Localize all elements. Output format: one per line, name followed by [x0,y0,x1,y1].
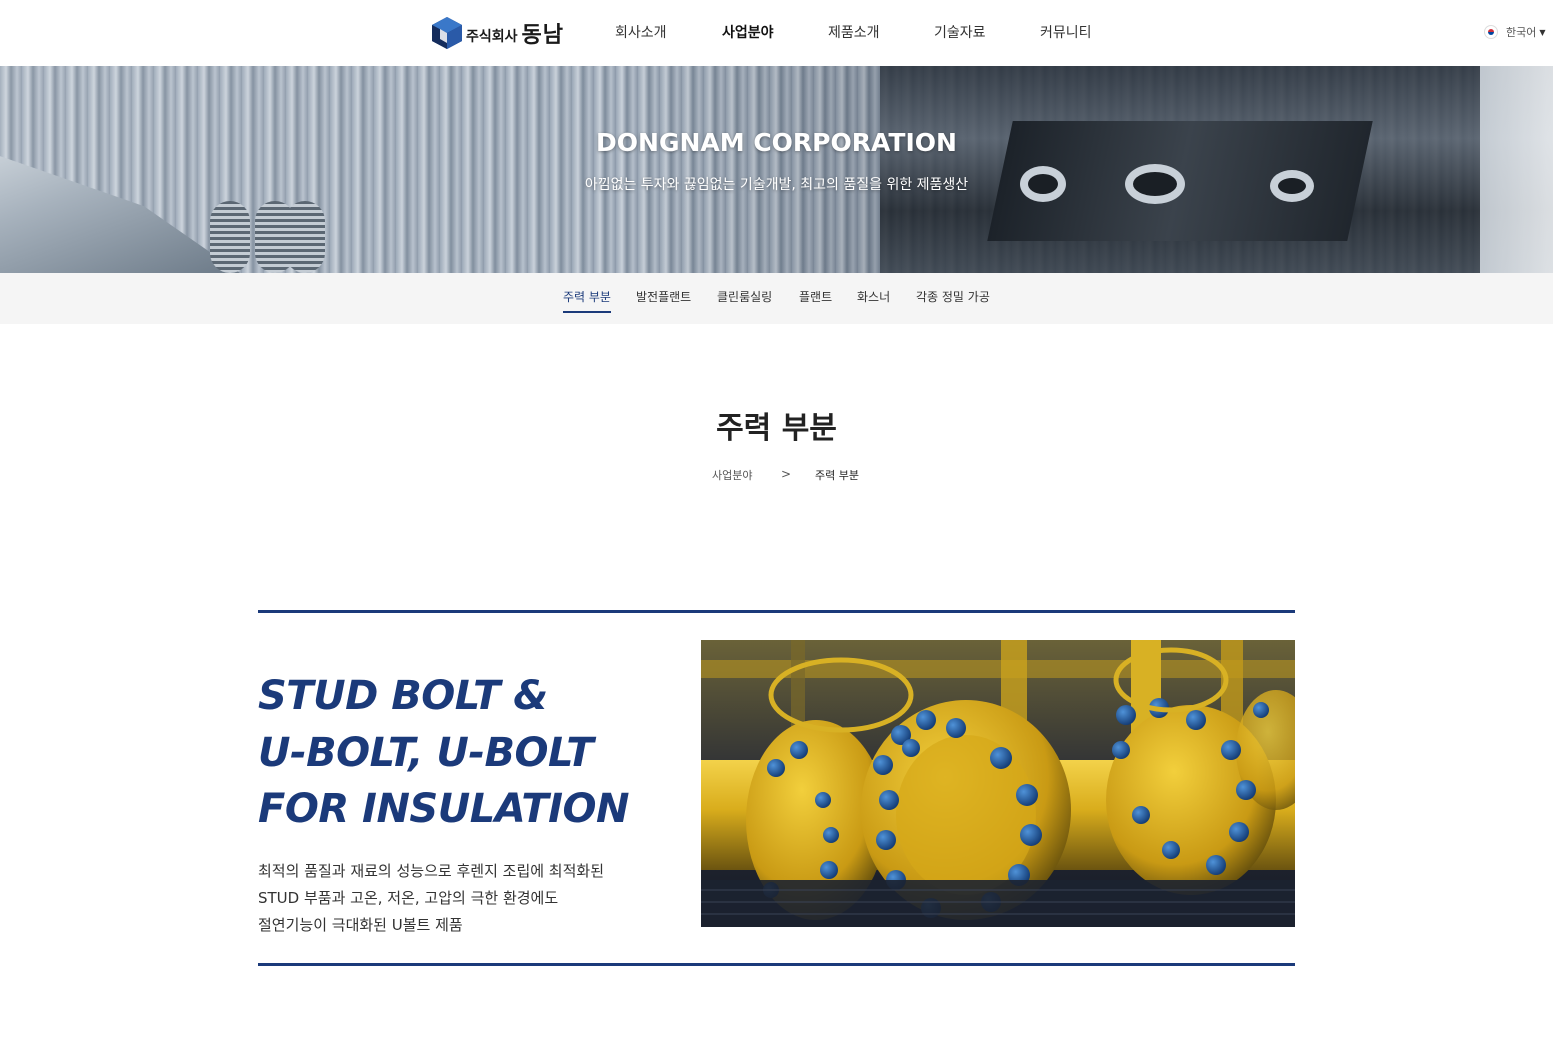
nav-item-products[interactable]: 제품소개 [828,22,880,42]
subnav-item-fastener[interactable]: 화스너 [857,288,890,311]
subnav-item-power-plant[interactable]: 발전플랜트 [636,288,691,311]
feature-title: STUD BOLT & U-BOLT, U-BOLT FOR INSULATIO… [258,668,688,838]
breadcrumb-parent[interactable]: 사업분야 [712,467,752,483]
feature-desc-line: 절연기능이 극대화된 U볼트 제품 [258,916,463,934]
feature-description: 최적의 품질과 재료의 성능으로 후렌지 조립에 최적화된 STUD 부품과 고… [258,858,688,939]
feature-title-line: U-BOLT, U-BOLT [258,729,594,776]
language-label: 한국어 [1506,26,1537,39]
section-divider-bottom [258,963,1295,966]
nav-item-business[interactable]: 사업분야 [722,22,774,42]
pipe-flange-image [701,640,1295,927]
chevron-right-icon: > [781,467,792,481]
korea-flag-icon [1484,25,1498,39]
pipe-flange-illustration [701,640,1295,927]
feature-desc-line: 최적의 품질과 재료의 성능으로 후렌지 조립에 최적화된 [258,862,605,880]
feature-title-line: STUD BOLT & [258,673,548,719]
nav-item-community[interactable]: 커뮤니티 [1040,22,1092,42]
breadcrumb-current: 주력 부분 [815,469,859,482]
subnav-item-precision[interactable]: 각종 정밀 가공 [916,288,990,311]
hero-light-panel [1480,66,1553,273]
breadcrumb: 사업분야 > 주력 부분 [0,467,1553,483]
nav-item-company[interactable]: 회사소개 [615,22,667,42]
language-selector[interactable]: 한국어 ▼ [1484,24,1546,40]
page-title: 주력 부분 [716,411,837,446]
hero-gear-graphic [285,201,325,273]
site-header: 주식회사 동남 회사소개 사업분야 제품소개 기술자료 커뮤니티 한국어 ▼ [0,0,1553,66]
main-nav: 회사소개 사업분야 제품소개 기술자료 커뮤니티 [0,22,1553,44]
sub-nav: 주력 부분 발전플랜트 클린룸실링 플랜트 화스너 각종 정밀 가공 [0,273,1553,324]
hero-subtitle: 아낌없는 투자와 끊임없는 기술개발, 최고의 품질을 위한 제품생산 [584,177,969,193]
hero-gear-graphic [210,201,250,273]
hero-title: DONGNAM CORPORATION [596,128,957,157]
section-divider-top [258,610,1295,613]
hero-banner: DONGNAM CORPORATION 아낌없는 투자와 끊임없는 기술개발, … [0,66,1553,273]
nav-item-tech-data[interactable]: 기술자료 [934,22,986,42]
subnav-item-plant[interactable]: 플랜트 [799,288,832,311]
subnav-item-cleanroom[interactable]: 클린룸실링 [717,288,772,311]
feature-title-line: FOR INSULATION [258,786,629,832]
feature-desc-line: STUD 부품과 고온, 저온, 고압의 극한 환경에도 [258,889,559,907]
caret-down-icon: ▼ [1539,27,1546,37]
subnav-item-main[interactable]: 주력 부분 [563,288,611,313]
